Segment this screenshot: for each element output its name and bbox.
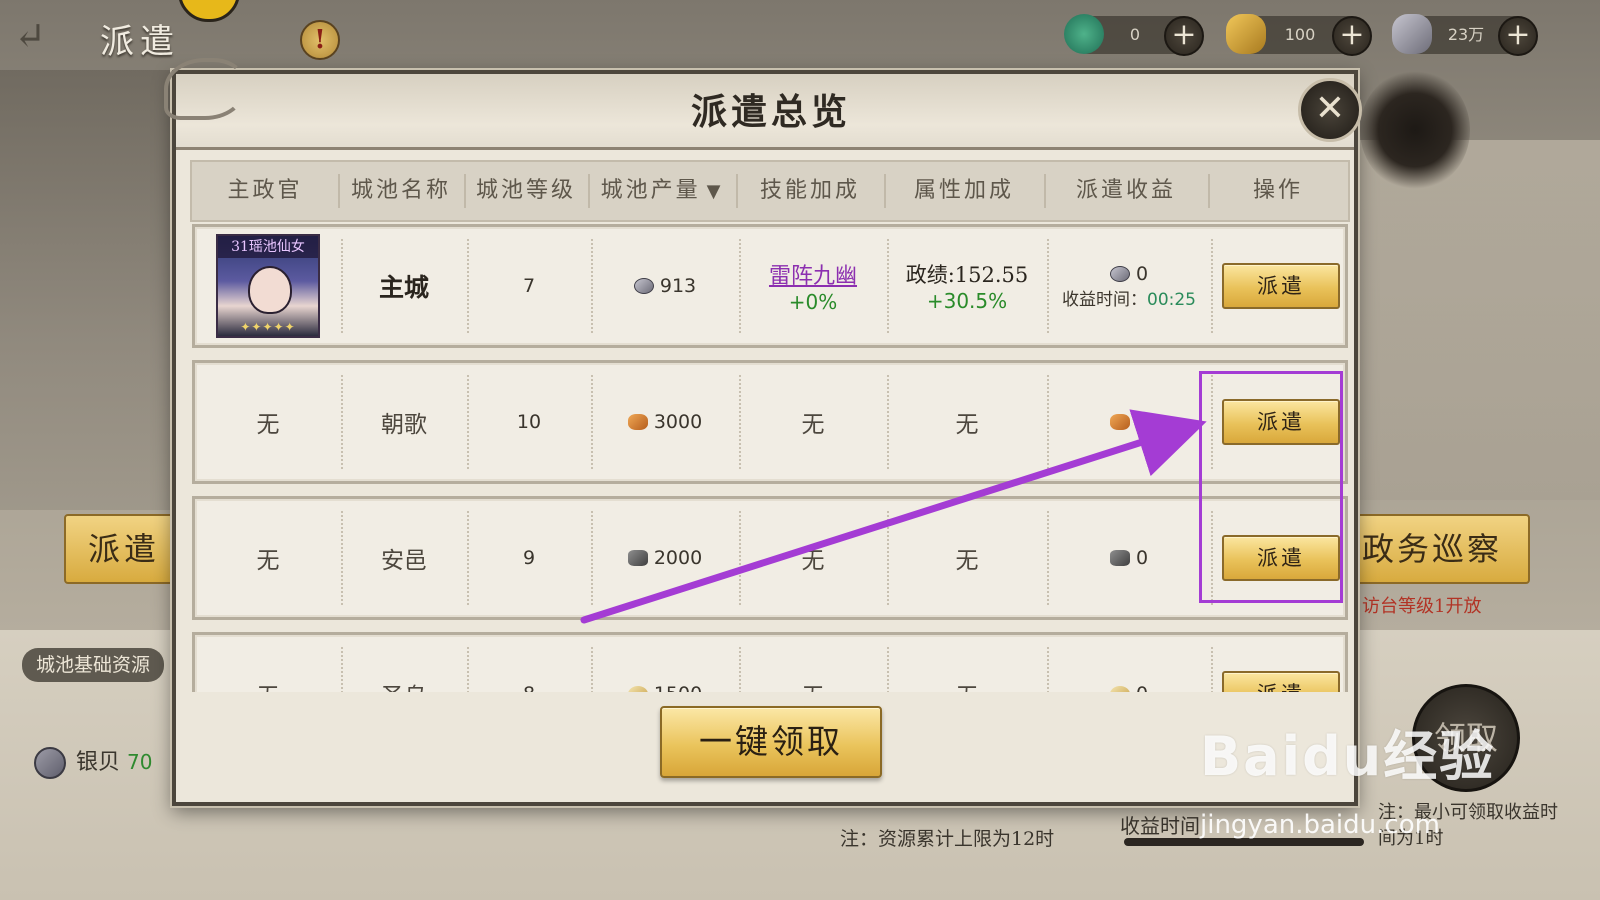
- watermark-brand: Baidu经验: [1200, 725, 1496, 788]
- watermark-url: jingyan.baidu.com: [1200, 810, 1440, 840]
